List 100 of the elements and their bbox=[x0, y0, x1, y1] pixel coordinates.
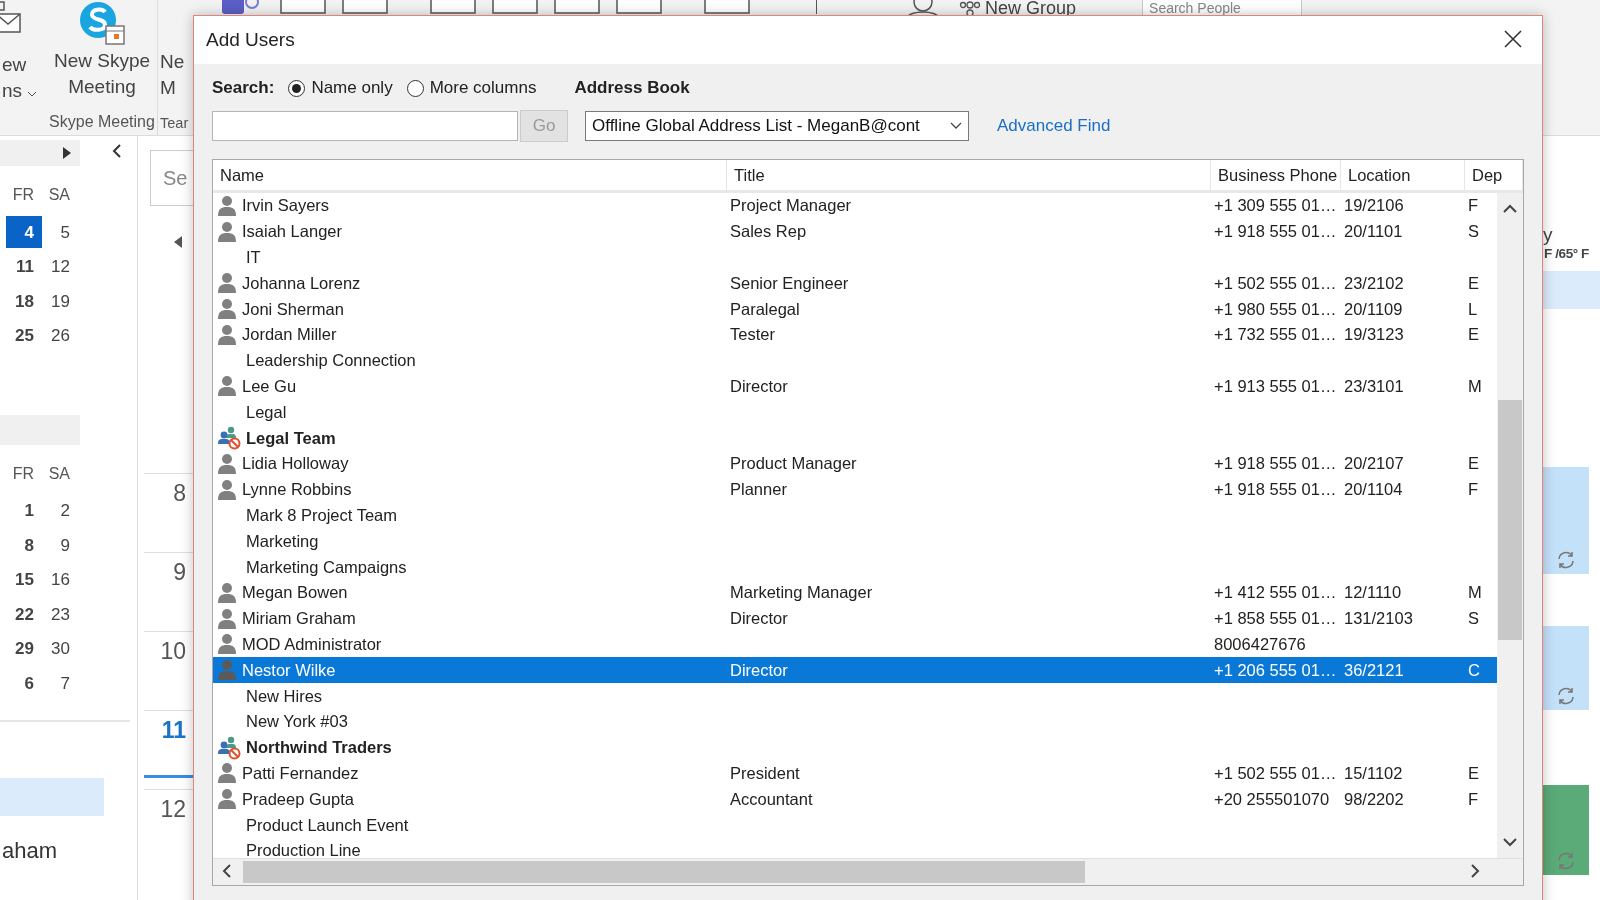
calendar-day[interactable]: 19 bbox=[42, 283, 78, 318]
name-cell[interactable]: Pradeep Gupta bbox=[242, 789, 354, 809]
table-row[interactable]: Isaiah Langer Sales Rep +1 918 555 01… 20/1101 S bbox=[213, 218, 1497, 245]
column-header[interactable]: Business Phone bbox=[1211, 160, 1341, 190]
table-row[interactable]: Lee Gu Director +1 913 555 01… 23/3101 M bbox=[213, 373, 1497, 400]
calendar-day[interactable]: 15 bbox=[0, 562, 42, 597]
table-row[interactable]: Lynne Robbins Planner +1 918 555 01… 20/1104 F bbox=[213, 476, 1497, 503]
table-row[interactable]: Jordan Miller Tester +1 732 555 01… 19/3123 E bbox=[213, 322, 1497, 348]
calendar-day[interactable]: 4 bbox=[6, 215, 42, 248]
table-row[interactable]: MOD Administrator 8006427676 bbox=[213, 631, 1497, 658]
phone-cell: +1 502 555 01… bbox=[1214, 273, 1337, 292]
calendar-day[interactable]: 16 bbox=[42, 562, 78, 597]
column-header[interactable]: Dep bbox=[1465, 160, 1523, 190]
column-header[interactable]: Location bbox=[1341, 160, 1465, 190]
scrollbar-thumb[interactable] bbox=[243, 861, 1085, 883]
calendar-day[interactable]: 11 bbox=[0, 249, 42, 284]
name-cell[interactable]: New Hires bbox=[246, 686, 323, 706]
name-cell[interactable]: Northwind Traders bbox=[246, 738, 392, 758]
calendar-day[interactable]: 2 bbox=[42, 493, 78, 528]
scrollbar-thumb[interactable] bbox=[1498, 400, 1522, 640]
location-cell: 20/1101 bbox=[1344, 222, 1403, 241]
new-group-button[interactable]: New Group bbox=[959, 0, 1077, 19]
calendar-search-field[interactable]: Se bbox=[150, 150, 194, 206]
name-cell[interactable]: Marketing Campaigns bbox=[246, 557, 407, 577]
table-row[interactable]: Pradeep Gupta Accountant +20 255501070 98/2202 F bbox=[213, 786, 1497, 813]
table-row[interactable]: Johanna Lorenz Senior Engineer +1 502 555 01… 23/2102 E bbox=[213, 270, 1497, 297]
table-row[interactable]: Marketing bbox=[213, 528, 1497, 555]
advanced-find-link[interactable]: Advanced Find bbox=[997, 116, 1111, 136]
name-cell[interactable]: Megan Bowen bbox=[242, 583, 348, 603]
column-header[interactable]: Name bbox=[213, 160, 727, 190]
calendar-day[interactable]: 23 bbox=[42, 596, 78, 631]
calendar-day[interactable]: 30 bbox=[42, 631, 78, 666]
name-cell[interactable]: Johanna Lorenz bbox=[242, 273, 361, 293]
ribbon-button-label[interactable]: ew bbox=[2, 52, 27, 78]
search-field[interactable] bbox=[212, 111, 518, 141]
table-row[interactable]: Joni Sherman Paralegal +1 980 555 01… 20/1109 L bbox=[213, 296, 1497, 322]
table-row[interactable]: Production Line bbox=[213, 837, 1497, 858]
calendar-day[interactable]: 18 bbox=[0, 283, 42, 318]
table-row[interactable]: Miriam Graham Director +1 858 555 01… 131/2103 S bbox=[213, 605, 1497, 632]
table-row[interactable]: Patti Fernandez President +1 502 555 01… 15/1102 E bbox=[213, 760, 1497, 787]
person-icon bbox=[217, 607, 237, 630]
calendar-day[interactable]: 22 bbox=[0, 596, 42, 631]
table-row[interactable]: Megan Bowen Marketing Manager +1 412 555 01… 12/1110 M bbox=[213, 579, 1497, 606]
name-cell[interactable]: Irvin Sayers bbox=[242, 196, 330, 216]
table-row[interactable]: Product Launch Event bbox=[213, 812, 1497, 838]
address-book-dropdown[interactable]: Offline Global Address List - MeganB@cont bbox=[585, 111, 969, 141]
radio-option[interactable]: More columns bbox=[406, 78, 537, 98]
name-cell[interactable]: Isaiah Langer bbox=[242, 222, 342, 242]
calendar-day[interactable]: 6 bbox=[0, 665, 42, 700]
name-cell[interactable]: Leadership Connection bbox=[246, 351, 416, 371]
name-cell[interactable]: Miriam Graham bbox=[242, 609, 356, 629]
column-header[interactable]: Title bbox=[727, 160, 1211, 190]
ribbon-button-label[interactable]: ns bbox=[2, 78, 38, 104]
group-icon bbox=[217, 426, 241, 451]
table-row[interactable]: Mark 8 Project Team bbox=[213, 502, 1497, 529]
name-cell[interactable]: Legal bbox=[246, 402, 287, 422]
calendar-day[interactable]: 5 bbox=[42, 214, 78, 249]
name-cell[interactable]: Mark 8 Project Team bbox=[246, 505, 397, 525]
name-cell[interactable]: MOD Administrator bbox=[242, 634, 382, 654]
name-cell[interactable]: Lynne Robbins bbox=[242, 480, 352, 500]
table-row[interactable]: Legal bbox=[213, 399, 1497, 426]
name-cell[interactable]: Lee Gu bbox=[242, 376, 297, 396]
calendar-day[interactable]: 25 bbox=[0, 318, 42, 353]
name-cell[interactable]: Production Line bbox=[246, 841, 361, 858]
table-row[interactable]: Lidia Holloway Product Manager +1 918 555 01… 20/2107 E bbox=[213, 450, 1497, 477]
name-cell[interactable]: New York #03 bbox=[246, 712, 348, 732]
name-cell[interactable]: Product Launch Event bbox=[246, 815, 409, 835]
name-cell[interactable]: Patti Fernandez bbox=[242, 763, 359, 783]
table-row[interactable]: Legal Team bbox=[213, 425, 1497, 451]
table-row[interactable]: Nestor Wilke Director +1 206 555 01… 36/2121 C bbox=[213, 657, 1497, 684]
table-row[interactable]: Northwind Traders bbox=[213, 734, 1497, 761]
location-cell: 15/1102 bbox=[1344, 763, 1403, 782]
table-row[interactable]: New Hires bbox=[213, 683, 1497, 709]
table-row[interactable]: Marketing Campaigns bbox=[213, 554, 1497, 580]
calendar-day[interactable]: 8 bbox=[0, 527, 42, 562]
name-cell[interactable]: Joni Sherman bbox=[242, 299, 344, 319]
name-cell[interactable]: Lidia Holloway bbox=[242, 454, 349, 474]
calendar-day[interactable]: 12 bbox=[42, 249, 78, 284]
table-cell: S bbox=[1468, 609, 1479, 628]
calendar-day[interactable]: 29 bbox=[0, 631, 42, 666]
search-people-field[interactable]: Search People bbox=[1142, 0, 1303, 16]
next-month-icon[interactable] bbox=[63, 147, 71, 159]
calendar-day[interactable]: 26 bbox=[42, 318, 78, 353]
calendar-day[interactable]: 7 bbox=[42, 665, 78, 700]
name-cell[interactable]: Legal Team bbox=[246, 428, 336, 448]
folder-label[interactable]: aham bbox=[2, 838, 58, 864]
radio-option[interactable]: Name only bbox=[288, 78, 393, 98]
calendar-day[interactable]: 9 bbox=[42, 527, 78, 562]
new-skype-meeting-button[interactable]: New Skype Meeting bbox=[47, 0, 157, 100]
calendar-day[interactable]: 1 bbox=[0, 493, 42, 528]
previous-icon[interactable] bbox=[174, 236, 182, 248]
table-row[interactable]: Leadership Connection bbox=[213, 347, 1497, 374]
name-cell[interactable]: Marketing bbox=[246, 531, 319, 551]
person-icon bbox=[217, 323, 237, 346]
name-cell[interactable]: Jordan Miller bbox=[242, 325, 337, 345]
table-row[interactable]: IT bbox=[213, 244, 1497, 271]
name-cell[interactable]: IT bbox=[246, 248, 261, 267]
name-cell[interactable]: Nestor Wilke bbox=[242, 660, 336, 680]
table-row[interactable]: New York #03 bbox=[213, 708, 1497, 735]
table-row[interactable]: Irvin Sayers Project Manager +1 309 555 01… 19/2106 F bbox=[213, 193, 1497, 219]
